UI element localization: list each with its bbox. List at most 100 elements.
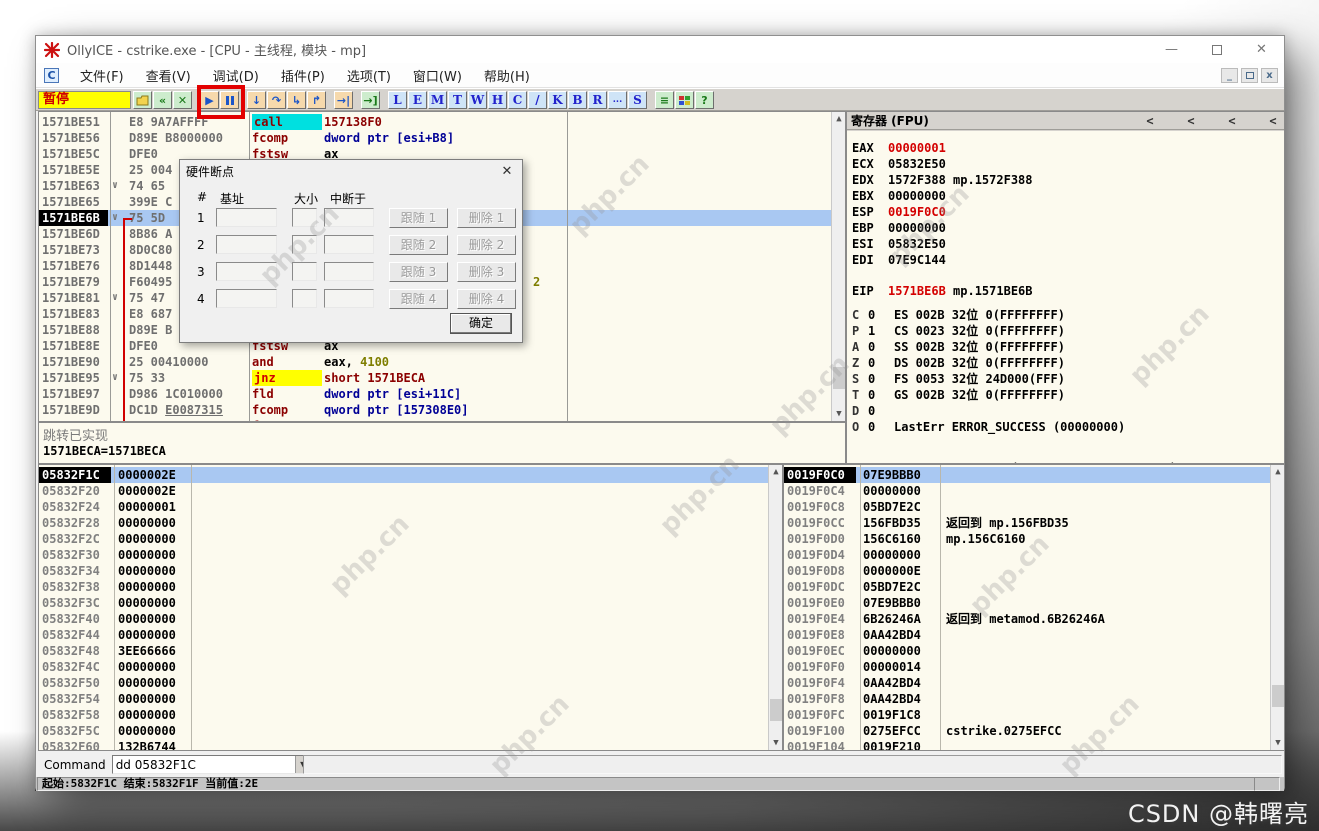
trace-over-button[interactable]: ↱ bbox=[307, 91, 326, 109]
collapse-button[interactable]: < bbox=[1143, 114, 1157, 128]
column-separator[interactable] bbox=[860, 465, 861, 750]
menu-item-help[interactable]: 帮助(H) bbox=[473, 70, 541, 85]
disasm-row[interactable]: 1571BE9DDC1D E0087315fcompqword ptr [157… bbox=[39, 402, 831, 418]
dump-row[interactable]: 05832F5400000000 bbox=[39, 691, 768, 707]
menu-item-options[interactable]: 选项(T) bbox=[336, 70, 402, 85]
register-row[interactable]: ESP0019F0C0 bbox=[847, 204, 1284, 220]
disasm-row[interactable]: 1571BE51E8 9A7AFFFFcall157138F0 bbox=[39, 114, 831, 130]
dump-row[interactable]: 05832F4000000000 bbox=[39, 611, 768, 627]
register-row[interactable]: EBP00000000 bbox=[847, 220, 1284, 236]
flag-row[interactable]: P1CS 0023 32位 0(FFFFFFFF) bbox=[847, 323, 1284, 339]
dump-scrollbar[interactable]: ▲ ▼ bbox=[768, 465, 782, 750]
break-on-input[interactable] bbox=[324, 235, 374, 254]
registers-pane[interactable]: 寄存器 (FPU) < < < < EAX00000001ECX05832E50… bbox=[846, 111, 1285, 464]
break-on-input[interactable] bbox=[324, 289, 374, 308]
stack-pane[interactable]: 0019F0C007E9BBB00019F0C4000000000019F0C8… bbox=[783, 464, 1285, 751]
mdi-close-button[interactable]: x bbox=[1261, 68, 1278, 83]
dump-row[interactable]: 05832F483EE66666 bbox=[39, 643, 768, 659]
flag-row[interactable]: O0LastErr ERROR_SUCCESS (00000000) bbox=[847, 419, 1284, 435]
flag-row[interactable]: T0GS 002B 32位 0(FFFFFFFF) bbox=[847, 387, 1284, 403]
mdi-system-icon[interactable]: C bbox=[44, 68, 59, 83]
scroll-down-arrow[interactable]: ▼ bbox=[1271, 736, 1285, 750]
breakpoints-button[interactable]: B bbox=[568, 91, 587, 109]
stack-row[interactable]: 0019F0F80AA42BD4 bbox=[784, 691, 1270, 707]
stack-scrollbar[interactable]: ▲ ▼ bbox=[1270, 465, 1284, 750]
dump-row[interactable]: 05832F2800000000 bbox=[39, 515, 768, 531]
disasm-row[interactable]: 1571BE97D986 1C010000flddword ptr [esi+1… bbox=[39, 386, 831, 402]
register-row[interactable]: ESI05832E50 bbox=[847, 236, 1284, 252]
patches-button[interactable]: / bbox=[528, 91, 547, 109]
dump-row[interactable]: 05832F200000002E bbox=[39, 483, 768, 499]
column-separator[interactable] bbox=[940, 465, 941, 750]
scroll-up-arrow[interactable]: ▲ bbox=[769, 465, 783, 479]
column-separator[interactable] bbox=[567, 112, 568, 421]
break-on-input[interactable] bbox=[324, 208, 374, 227]
stack-row[interactable]: 0019F0C400000000 bbox=[784, 483, 1270, 499]
dump-row[interactable]: 05832F4C00000000 bbox=[39, 659, 768, 675]
register-row[interactable]: ECX05832E50 bbox=[847, 156, 1284, 172]
follow-button[interactable]: 跟随 4 bbox=[389, 289, 448, 309]
dump-row[interactable]: 05832F3800000000 bbox=[39, 579, 768, 595]
close-program-button[interactable]: ✕ bbox=[173, 91, 192, 109]
stack-row[interactable]: 0019F0C805BD7E2C bbox=[784, 499, 1270, 515]
memory-dump-pane[interactable]: 05832F1C0000002E05832F200000002E05832F24… bbox=[38, 464, 783, 751]
menu-item-plugins[interactable]: 插件(P) bbox=[270, 70, 336, 85]
open-file-button[interactable] bbox=[133, 91, 152, 109]
base-address-input[interactable] bbox=[216, 208, 277, 227]
disasm-row[interactable]: 1571BE56D89E B8000000fcompdword ptr [esi… bbox=[39, 130, 831, 146]
source-button[interactable]: S bbox=[628, 91, 647, 109]
execute-till-return-button[interactable]: →| bbox=[334, 91, 353, 109]
register-row[interactable]: EAX00000001 bbox=[847, 140, 1284, 156]
stack-row[interactable]: 0019F0E46B26246A返回到 metamod.6B26246A bbox=[784, 611, 1270, 627]
flag-row[interactable]: D0 bbox=[847, 403, 1284, 419]
scroll-thumb[interactable] bbox=[770, 699, 782, 721]
scroll-down-arrow[interactable]: ▼ bbox=[832, 407, 846, 421]
menu-item-file[interactable]: 文件(F) bbox=[69, 70, 135, 85]
eflags-row[interactable]: EFL00000206 (NO,NB,NE,A,NS,PE,GE,G) bbox=[847, 444, 1284, 460]
flag-row[interactable]: A0SS 002B 32位 0(FFFFFFFF) bbox=[847, 339, 1284, 355]
stack-row[interactable]: 0019F0E80AA42BD4 bbox=[784, 627, 1270, 643]
delete-button[interactable]: 删除 2 bbox=[457, 235, 516, 255]
dump-row[interactable]: 05832F1C0000002E bbox=[39, 467, 768, 483]
column-separator[interactable] bbox=[114, 465, 115, 750]
size-input[interactable] bbox=[292, 235, 317, 254]
mdi-restore-button[interactable] bbox=[1241, 68, 1258, 83]
scroll-thumb[interactable] bbox=[1272, 685, 1284, 707]
step-over-button[interactable]: ↷ bbox=[267, 91, 286, 109]
follow-button[interactable]: 跟随 2 bbox=[389, 235, 448, 255]
stack-row[interactable]: 0019F0D0156C6160mp.156C6160 bbox=[784, 531, 1270, 547]
windows-button[interactable]: W bbox=[468, 91, 487, 109]
stack-row[interactable]: 0019F0DC05BD7E2C bbox=[784, 579, 1270, 595]
dump-row[interactable]: 05832F3000000000 bbox=[39, 547, 768, 563]
command-input[interactable]: dd 05832F1C bbox=[113, 758, 295, 772]
size-input[interactable] bbox=[292, 262, 317, 281]
run-trace-button[interactable]: ... bbox=[608, 91, 627, 109]
follow-button[interactable]: 跟随 3 bbox=[389, 262, 448, 282]
help-button[interactable]: ? bbox=[695, 91, 714, 109]
collapse-button[interactable]: < bbox=[1225, 114, 1239, 128]
log-window-button[interactable]: L bbox=[388, 91, 407, 109]
ok-button[interactable]: 确定 bbox=[450, 313, 512, 334]
cpu-window-button[interactable]: C bbox=[508, 91, 527, 109]
handles-button[interactable]: H bbox=[488, 91, 507, 109]
dump-row[interactable]: 05832F2C00000000 bbox=[39, 531, 768, 547]
dump-row[interactable]: 05832F5800000000 bbox=[39, 707, 768, 723]
delete-button[interactable]: 删除 1 bbox=[457, 208, 516, 228]
column-separator[interactable] bbox=[110, 112, 111, 421]
delete-button[interactable]: 删除 4 bbox=[457, 289, 516, 309]
column-separator[interactable] bbox=[191, 465, 192, 750]
stack-row[interactable]: 0019F0F000000014 bbox=[784, 659, 1270, 675]
dump-row[interactable]: 05832F5000000000 bbox=[39, 675, 768, 691]
scroll-down-arrow[interactable]: ▼ bbox=[769, 736, 783, 750]
dump-row[interactable]: 05832F3C00000000 bbox=[39, 595, 768, 611]
trace-into-button[interactable]: ↳ bbox=[287, 91, 306, 109]
delete-button[interactable]: 删除 3 bbox=[457, 262, 516, 282]
command-combobox[interactable]: dd 05832F1C ▼ bbox=[112, 755, 312, 774]
stack-row[interactable]: 0019F0E007E9BBB0 bbox=[784, 595, 1270, 611]
scroll-up-arrow[interactable]: ▲ bbox=[1271, 465, 1285, 479]
scroll-thumb[interactable] bbox=[833, 367, 845, 389]
dump-row[interactable]: 05832F3400000000 bbox=[39, 563, 768, 579]
memory-map-button[interactable]: M bbox=[428, 91, 447, 109]
mdi-minimize-button[interactable]: _ bbox=[1221, 68, 1238, 83]
dialog-title-bar[interactable]: 硬件断点 ✕ bbox=[180, 160, 522, 182]
